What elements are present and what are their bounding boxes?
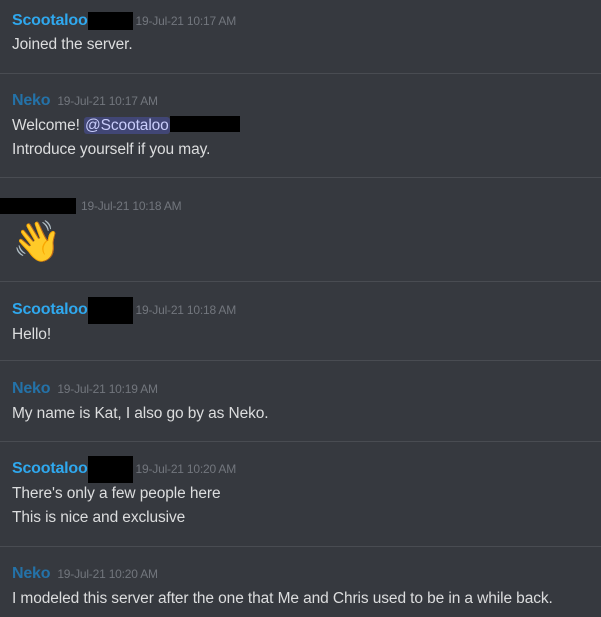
- chat-log: Scootaloo 19-Jul-21 10:17 AM Joined the …: [0, 0, 601, 617]
- message-text-segment: Welcome!: [12, 117, 85, 134]
- chat-message: Neko 19-Jul-21 10:19 AM My name is Kat, …: [0, 361, 601, 441]
- message-text: Introduce yourself if you may.: [12, 141, 211, 158]
- chat-message: 19-Jul-21 10:18 AM 👋: [0, 178, 601, 281]
- message-timestamp: 19-Jul-21 10:18 AM: [135, 303, 237, 317]
- redacted-block: [87, 12, 133, 30]
- message-text: Hello!: [12, 326, 52, 343]
- redacted-block: [87, 296, 133, 324]
- message-header: Scootaloo 19-Jul-21 10:20 AM: [12, 455, 237, 483]
- message-text: There's only a few people here: [12, 485, 221, 502]
- message-timestamp: 19-Jul-21 10:18 AM: [81, 199, 182, 213]
- redacted-author: [0, 198, 76, 214]
- message-header: 19-Jul-21 10:18 AM: [0, 196, 182, 216]
- redacted-block: [87, 455, 133, 483]
- message-text: Joined the server.: [12, 36, 133, 53]
- message-header: Neko 19-Jul-21 10:17 AM: [12, 91, 158, 111]
- message-text: This is nice and exclusive: [12, 509, 186, 526]
- message-text: I modeled this server after the one that…: [12, 590, 553, 607]
- message-text: My name is Kat, I also go by as Neko.: [12, 405, 269, 422]
- message-header: Neko 19-Jul-21 10:20 AM: [12, 564, 158, 584]
- message-timestamp: 19-Jul-21 10:20 AM: [135, 462, 237, 476]
- chat-message: Neko 19-Jul-21 10:20 AM I modeled this s…: [0, 547, 601, 617]
- message-header: Scootaloo 19-Jul-21 10:17 AM: [12, 11, 236, 31]
- chat-message: Scootaloo 19-Jul-21 10:20 AM There's onl…: [0, 442, 601, 546]
- author-name[interactable]: Scootaloo: [12, 301, 88, 319]
- author-name[interactable]: Scootaloo: [12, 460, 88, 478]
- message-timestamp: 19-Jul-21 10:17 AM: [135, 14, 237, 28]
- message-timestamp: 19-Jul-21 10:20 AM: [57, 567, 158, 581]
- message-timestamp: 19-Jul-21 10:17 AM: [57, 94, 158, 108]
- author-name[interactable]: Neko: [12, 380, 51, 398]
- user-mention[interactable]: @Scootaloo: [84, 117, 170, 134]
- waving-hand-icon: 👋: [12, 220, 62, 264]
- message-header: Neko 19-Jul-21 10:19 AM: [12, 379, 158, 399]
- chat-message: Neko 19-Jul-21 10:17 AM Welcome! @Scoota…: [0, 74, 601, 177]
- chat-message: Scootaloo 19-Jul-21 10:17 AM Joined the …: [0, 0, 601, 73]
- chat-message: Scootaloo 19-Jul-21 10:18 AM Hello!: [0, 282, 601, 360]
- author-name[interactable]: Neko: [12, 565, 51, 583]
- author-name[interactable]: Scootaloo: [12, 12, 88, 30]
- message-header: Scootaloo 19-Jul-21 10:18 AM: [12, 296, 237, 324]
- message-text: Welcome! @Scootaloo: [12, 116, 240, 135]
- author-name[interactable]: Neko: [12, 92, 51, 110]
- message-timestamp: 19-Jul-21 10:19 AM: [57, 382, 158, 396]
- redacted-block: [169, 116, 240, 132]
